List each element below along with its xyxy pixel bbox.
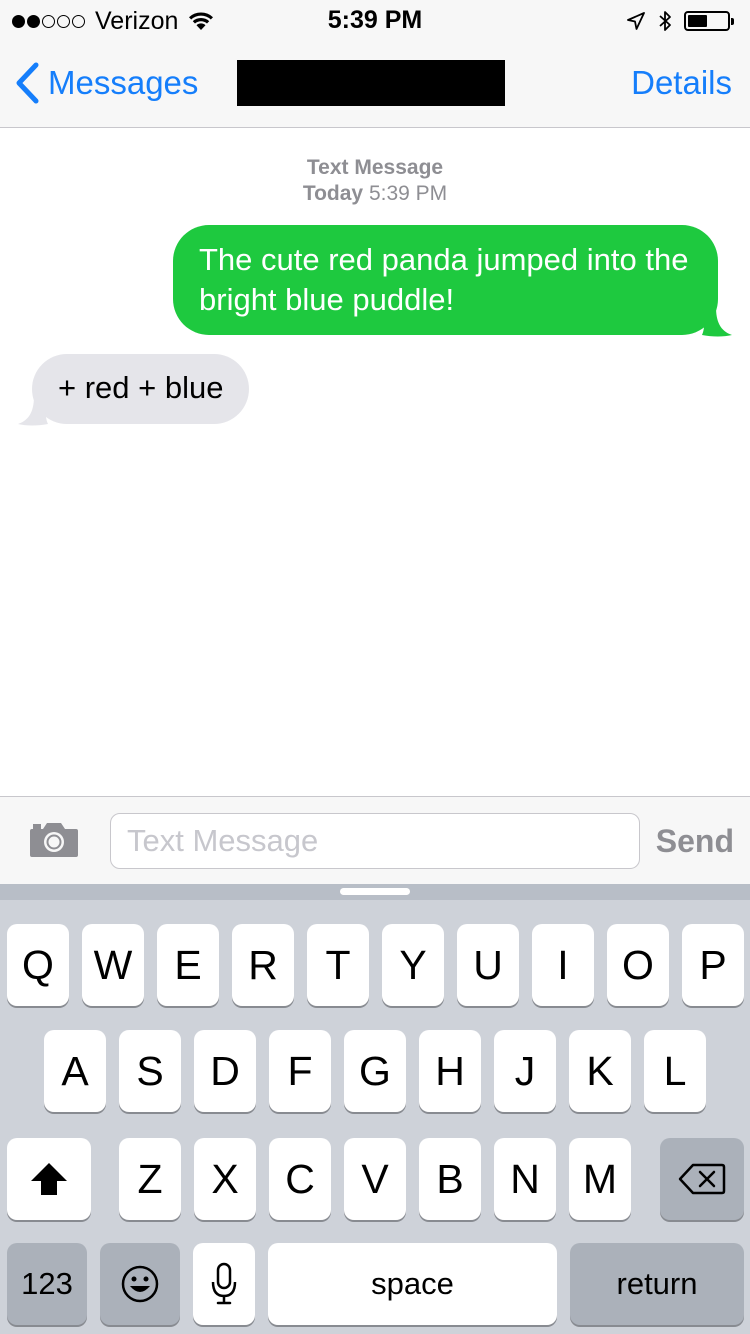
key-j[interactable]: J [494,1030,556,1112]
key-y[interactable]: Y [382,924,444,1006]
bubble-tail [702,307,732,337]
key-label: Q [22,941,54,988]
numbers-key[interactable]: 123 [7,1243,87,1325]
message-input[interactable] [110,813,640,869]
key-u[interactable]: U [457,924,519,1006]
key-label: W [93,941,133,988]
key-label: P [699,941,727,988]
key-c[interactable]: C [269,1138,331,1220]
battery-icon [684,11,734,31]
key-q[interactable]: Q [7,924,69,1006]
emoji-icon [121,1265,159,1303]
key-label: L [663,1047,687,1094]
details-button[interactable]: Details [631,64,732,102]
keyboard-handle[interactable] [340,888,410,895]
return-key[interactable]: return [570,1243,744,1325]
key-p[interactable]: P [682,924,744,1006]
status-bar: Verizon 5:39 PM [0,0,750,40]
key-label: A [61,1047,89,1094]
key-x[interactable]: X [194,1138,256,1220]
message-day-label: Today [302,182,364,205]
key-label: I [557,941,569,988]
key-b[interactable]: B [419,1138,481,1220]
message-composer: Send [0,796,750,884]
key-label: 123 [21,1266,73,1301]
key-v[interactable]: V [344,1138,406,1220]
shift-key[interactable] [7,1138,91,1220]
key-label: H [435,1047,465,1094]
conversation-view[interactable]: Text Message Today 5:39 PM The cute red … [0,129,750,796]
key-o[interactable]: O [607,924,669,1006]
key-f[interactable]: F [269,1030,331,1112]
emoji-key[interactable] [100,1243,180,1325]
microphone-icon [211,1262,237,1305]
key-r[interactable]: R [232,924,294,1006]
keyboard-top-strip [0,884,750,900]
key-g[interactable]: G [344,1030,406,1112]
back-button[interactable]: Messages [14,62,198,104]
message-type-label: Text Message [306,156,444,179]
key-label: U [473,941,503,988]
key-a[interactable]: A [44,1030,106,1112]
keyboard: Q W E R T Y U I O P A S D F G H J K L Z X C V B N M 123 space return [0,884,750,1334]
key-label: B [436,1155,464,1202]
delete-key[interactable] [660,1138,744,1220]
key-label: N [510,1155,540,1202]
key-label: S [136,1047,164,1094]
key-label: R [248,941,278,988]
camera-icon [30,823,78,857]
key-k[interactable]: K [569,1030,631,1112]
message-timestamp-header: Text Message Today 5:39 PM [0,155,750,207]
key-label: G [359,1047,391,1094]
key-label: Z [137,1155,163,1202]
navigation-bar: Messages Details [0,40,750,128]
location-arrow-icon [627,12,645,30]
key-label: Y [399,941,427,988]
dictation-key[interactable] [193,1243,255,1325]
key-m[interactable]: M [569,1138,631,1220]
key-label: space [371,1266,454,1301]
key-n[interactable]: N [494,1138,556,1220]
key-label: T [325,941,351,988]
key-h[interactable]: H [419,1030,481,1112]
message-time-label: 5:39 PM [368,182,448,205]
key-label: V [361,1155,389,1202]
send-button[interactable]: Send [656,823,734,860]
outgoing-message-bubble[interactable]: The cute red panda jumped into the brigh… [173,225,732,337]
key-label: O [622,941,654,988]
status-icons [626,6,734,36]
key-e[interactable]: E [157,924,219,1006]
key-d[interactable]: D [194,1030,256,1112]
back-button-label: Messages [48,64,199,101]
key-w[interactable]: W [82,924,144,1006]
key-label: D [210,1047,240,1094]
key-label: return [616,1266,698,1301]
key-label: E [174,941,202,988]
key-z[interactable]: Z [119,1138,181,1220]
message-text: The cute red panda jumped into the brigh… [199,242,689,317]
key-s[interactable]: S [119,1030,181,1112]
key-label: M [582,1155,618,1202]
key-label: J [514,1047,536,1094]
message-text: + red + blue [58,370,224,405]
key-i[interactable]: I [532,924,594,1006]
shift-icon [31,1163,67,1195]
camera-button[interactable] [28,821,80,864]
backspace-icon [678,1163,726,1195]
redacted-contact-name [237,60,505,106]
key-l[interactable]: L [644,1030,706,1112]
incoming-message-bubble[interactable]: + red + blue [18,354,250,426]
bubble-tail [18,396,48,426]
key-label: X [211,1155,239,1202]
key-label: K [586,1047,614,1094]
bluetooth-icon [659,11,671,31]
key-label: C [285,1155,315,1202]
chevron-left-icon [16,62,39,104]
key-label: F [287,1047,313,1094]
key-t[interactable]: T [307,924,369,1006]
space-key[interactable]: space [268,1243,557,1325]
